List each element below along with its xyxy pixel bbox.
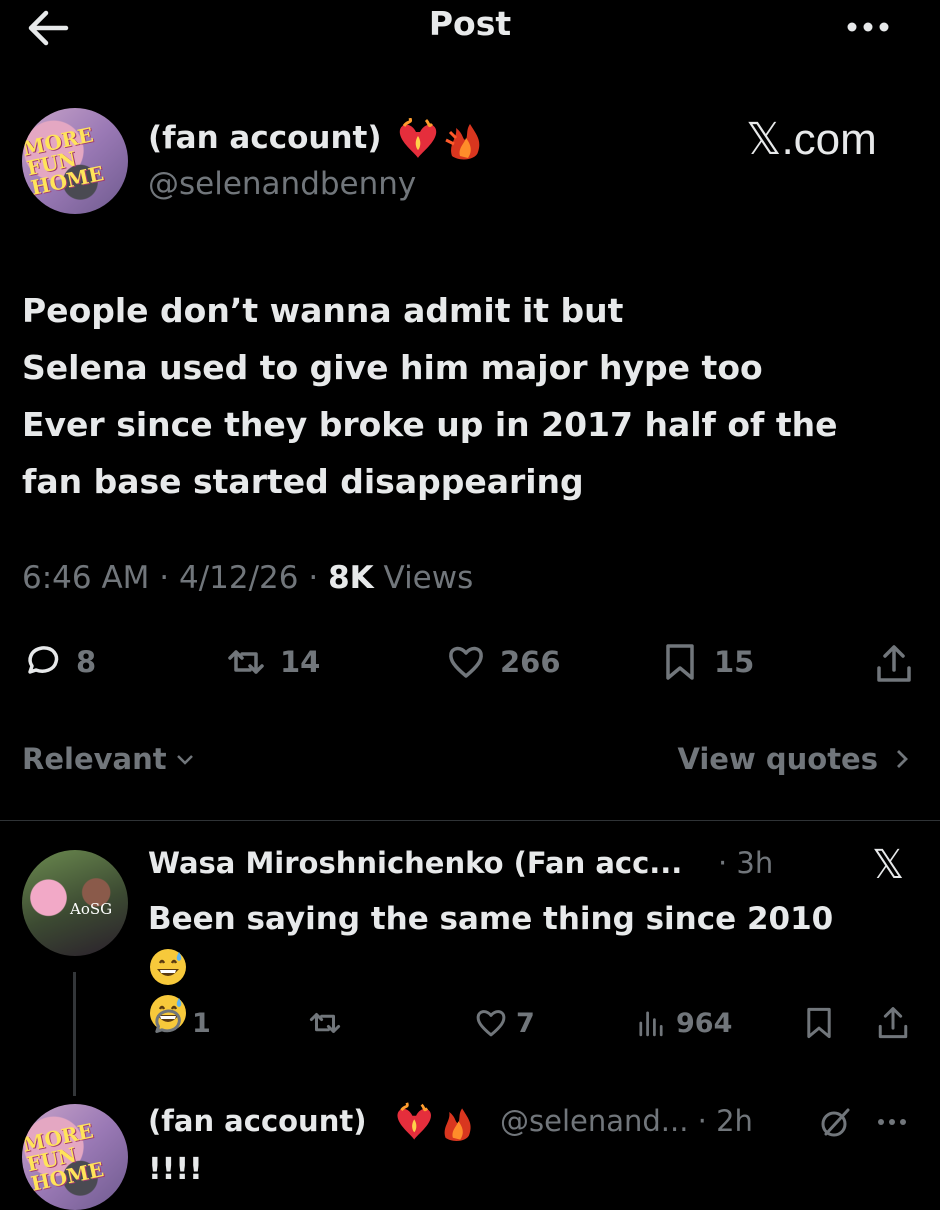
repost-icon xyxy=(228,650,264,674)
like-button[interactable]: 266 xyxy=(446,642,561,682)
share-icon xyxy=(877,645,911,682)
avatar-logo-text: MORE FUN HOME xyxy=(22,1118,106,1196)
views-count: 8K xyxy=(328,560,374,596)
post-meta: 6:46 AM · 4/12/26 · 8K Views xyxy=(22,560,473,596)
sort-relevant-dropdown[interactable]: Relevant xyxy=(22,742,195,776)
reply-author-name[interactable]: Wasa Miroshnichenko (Fan acc... xyxy=(148,846,682,880)
like-count: 266 xyxy=(500,645,561,679)
repost-button[interactable]: 14 xyxy=(226,642,320,682)
reply2-badge-emojis xyxy=(394,1102,486,1146)
reply-share-button[interactable] xyxy=(876,1006,910,1040)
divider xyxy=(0,820,940,821)
bookmark-icon xyxy=(666,644,694,680)
fire-icon xyxy=(445,124,480,160)
reply-avatar[interactable]: AoSG xyxy=(22,850,128,956)
bookmark-icon xyxy=(807,1007,831,1039)
reply2-text: !!!! xyxy=(148,1152,203,1187)
x-com-watermark: 𝕏.com xyxy=(746,115,877,164)
author-badge-emojis xyxy=(396,118,496,164)
x-logo-icon: 𝕏 xyxy=(872,843,905,887)
thread-line xyxy=(73,972,76,1096)
view-quotes-label: View quotes xyxy=(677,742,878,776)
reply2-avatar[interactable]: MORE FUN HOME xyxy=(22,1104,128,1210)
author-handle[interactable]: @selenandbenny xyxy=(148,166,416,202)
heart-on-fire-icon xyxy=(397,1102,432,1140)
share-button[interactable] xyxy=(874,644,914,684)
bookmark-button[interactable]: 15 xyxy=(660,642,754,682)
repost-icon xyxy=(309,1013,341,1033)
avatar-logo-text: MORE FUN HOME xyxy=(22,122,106,200)
reply-time[interactable]: · 3h xyxy=(718,846,773,880)
views-label: Views xyxy=(383,560,474,596)
post-text: People don’t wanna admit it but Selena u… xyxy=(22,291,838,501)
reply2-more-button[interactable] xyxy=(872,1112,912,1132)
heart-on-fire-icon xyxy=(399,118,437,158)
avatar-logo-text: AoSG xyxy=(70,900,113,918)
page-title: Post xyxy=(428,4,512,43)
grok-icon[interactable] xyxy=(818,1106,852,1140)
reply-icon xyxy=(155,1009,181,1033)
heart-icon xyxy=(449,646,483,678)
reply-repost-button[interactable] xyxy=(308,1006,350,1040)
heart-icon xyxy=(476,1010,506,1037)
share-icon xyxy=(878,1007,908,1039)
reply-count: 8 xyxy=(76,645,97,679)
bookmark-count: 15 xyxy=(714,645,755,679)
views-count: 964 xyxy=(676,1007,733,1039)
more-horizontal-icon xyxy=(878,1119,906,1125)
reply-text-content: Been saying the same thing since 2010 xyxy=(148,901,834,937)
reply2-handle-time[interactable]: @selenand... · 2h xyxy=(500,1104,753,1138)
like-count: 7 xyxy=(516,1007,535,1039)
meta-separator: · xyxy=(308,560,319,596)
author-display-name[interactable]: (fan account) xyxy=(148,120,382,156)
reply2-author-name[interactable]: (fan account) xyxy=(148,1104,366,1138)
sort-label: Relevant xyxy=(22,742,167,776)
grinning-face-with-sweat-icon xyxy=(150,948,186,985)
view-quotes-link[interactable]: View quotes xyxy=(677,742,912,776)
reply-reply-button[interactable]: 1 xyxy=(150,1006,211,1040)
chevron-down-icon xyxy=(176,755,193,765)
reply-count: 1 xyxy=(192,1007,211,1039)
reply-like-button[interactable]: 7 xyxy=(474,1006,535,1040)
meta-separator: · xyxy=(159,560,170,596)
post-date[interactable]: 4/12/26 xyxy=(179,560,299,596)
more-options-button[interactable] xyxy=(838,10,898,44)
avatar[interactable]: MORE FUN HOME xyxy=(22,108,128,214)
fire-icon xyxy=(444,1108,471,1142)
reply-icon xyxy=(28,646,59,674)
chevron-right-icon xyxy=(897,750,908,768)
analytics-icon xyxy=(639,1011,663,1037)
repost-count: 14 xyxy=(280,645,321,679)
reply-bookmark-button[interactable] xyxy=(802,1006,836,1040)
reply-views-button[interactable]: 964 xyxy=(634,1006,732,1040)
more-horizontal-icon xyxy=(847,22,889,32)
reply-button[interactable]: 8 xyxy=(22,642,96,682)
post-time[interactable]: 6:46 AM xyxy=(22,560,149,596)
